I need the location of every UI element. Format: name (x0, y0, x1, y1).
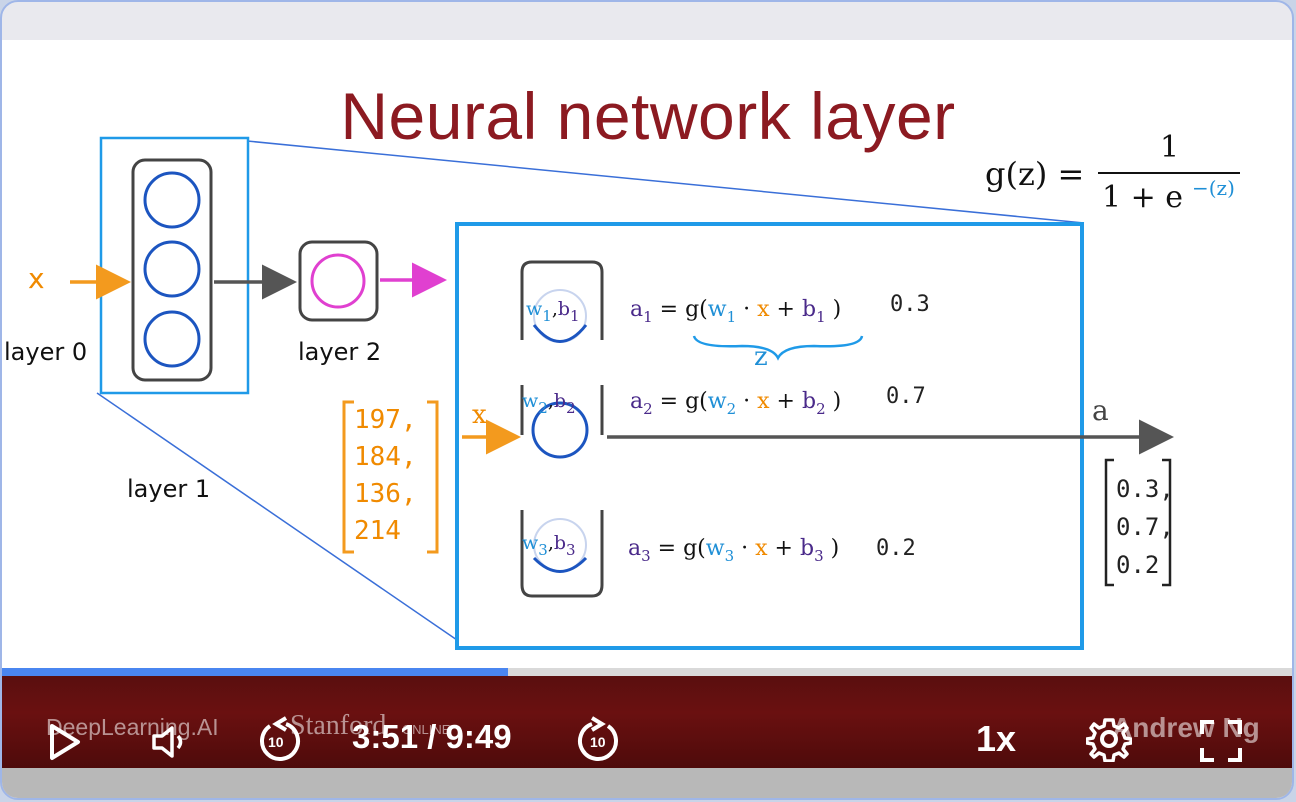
input-value: 136, (354, 479, 417, 509)
skip-back-label: 10 (268, 734, 284, 750)
input-value: 184, (354, 442, 417, 472)
layer0-label: layer 0 (4, 338, 88, 366)
fullscreen-icon (1200, 720, 1242, 762)
z-label: z (754, 342, 768, 372)
input-value: 214 (354, 516, 401, 546)
output-value: 0.2 (1116, 551, 1160, 579)
neuron1-params: w1,b1 (526, 298, 580, 325)
skip-forward-button[interactable]: 10 (576, 716, 622, 764)
neuron1-output: 0.3 (890, 292, 930, 317)
input-vector: 197, 184, 136, 214 (354, 402, 417, 550)
gear-icon (1086, 718, 1132, 762)
progress-bar[interactable] (2, 668, 1292, 676)
output-value: 0.7, (1116, 513, 1174, 541)
mute-button[interactable] (150, 722, 190, 762)
skip-forward-label: 10 (590, 734, 606, 750)
formula-g: g(z) = (985, 155, 1085, 193)
formula-bar (1098, 172, 1240, 174)
progress-fill (2, 668, 509, 676)
formula-numerator: 1 (1160, 130, 1180, 165)
output-vector: 0.3, 0.7, 0.2 (1116, 470, 1174, 584)
time-display: 3:51 / 9:49 (352, 718, 512, 755)
settings-button[interactable] (1086, 716, 1132, 762)
neuron3-output: 0.2 (876, 536, 916, 561)
layer1-highlight (99, 136, 250, 395)
skip-back-button[interactable]: 10 (256, 716, 302, 764)
footer-strip (2, 768, 1292, 798)
layer1-label: layer 1 (127, 475, 211, 503)
input-value: 197, (354, 405, 417, 435)
play-icon (50, 724, 80, 760)
layer2-label: layer 2 (298, 338, 382, 366)
neuron3-params: w3,b3 (522, 532, 576, 559)
video-player: Neural network layer x layer 0 layer 2 l… (0, 0, 1294, 800)
output-value: 0.3, (1116, 475, 1174, 503)
network-diagram (70, 136, 1174, 650)
formula-denominator: 1 + e (1102, 180, 1184, 215)
playback-speed-button[interactable]: 1x (976, 718, 1016, 760)
volume-icon (152, 726, 183, 758)
neuron1-equation: a1 = g(w1 · x + b1 ) (630, 297, 842, 326)
fullscreen-button[interactable] (1200, 720, 1242, 762)
neuron2-params: w2,b2 (522, 390, 576, 417)
neuron2-output: 0.7 (886, 384, 926, 409)
neuron3-equation: a3 = g(w3 · x + b3 ) (628, 536, 840, 565)
input-x-label: x (28, 262, 45, 295)
control-bar: DeepLearning.AI Stanford ONLINE Andrew N… (2, 676, 1292, 768)
output-a-label: a (1092, 394, 1109, 427)
play-button[interactable] (46, 722, 82, 762)
zoom-input-x: x (472, 400, 487, 430)
neuron2-equation: a2 = g(w2 · x + b2 ) (630, 389, 842, 418)
formula-exponent: −(z) (1192, 176, 1235, 200)
slide: Neural network layer x layer 0 layer 2 l… (2, 40, 1292, 668)
